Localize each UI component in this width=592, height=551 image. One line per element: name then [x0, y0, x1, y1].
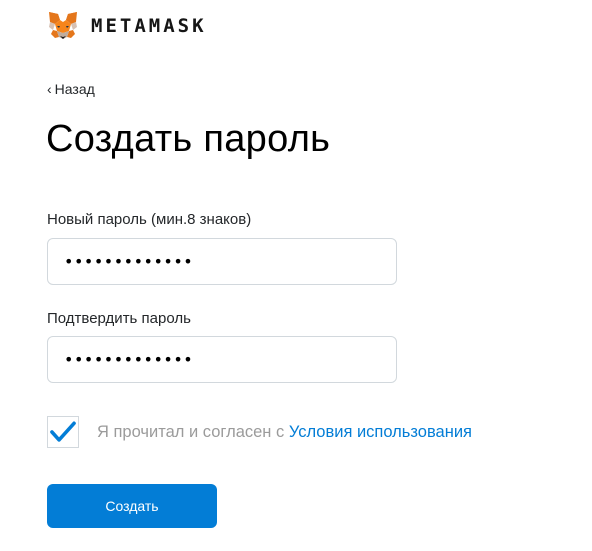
- terms-row: Я прочитал и согласен с Условия использо…: [47, 415, 472, 449]
- new-password-label: Новый пароль (мин.8 знаков): [47, 211, 252, 228]
- terms-prefix: Я прочитал и согласен с: [97, 422, 285, 441]
- create-button[interactable]: Создать: [47, 484, 217, 528]
- metamask-fox-icon: [49, 12, 77, 39]
- terms-text: Я прочитал и согласен с Условия использо…: [97, 423, 472, 442]
- back-link-label: Назад: [54, 81, 95, 97]
- checkmark-icon: [50, 421, 76, 442]
- back-link[interactable]: ‹ Назад: [47, 81, 95, 97]
- terms-of-use-link[interactable]: Условия использования: [289, 423, 472, 441]
- terms-checkbox[interactable]: [47, 416, 79, 448]
- create-password-page: METAMASK ‹ Назад Создать пароль Новый па…: [0, 0, 592, 551]
- chevron-left-icon: ‹: [47, 81, 52, 97]
- new-password-input[interactable]: [47, 238, 397, 285]
- brand-wordmark: METAMASK: [91, 15, 207, 37]
- confirm-password-input[interactable]: [47, 336, 397, 383]
- brand-header: METAMASK: [47, 9, 207, 43]
- confirm-password-label: Подтвердить пароль: [47, 310, 191, 327]
- page-title: Создать пароль: [46, 118, 331, 160]
